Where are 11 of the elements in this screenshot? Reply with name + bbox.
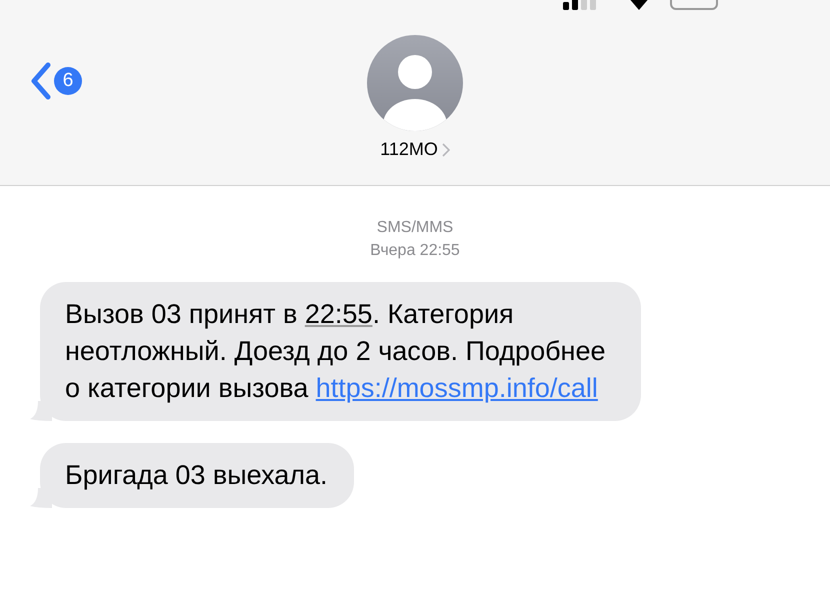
chevron-right-icon	[442, 142, 450, 156]
timestamp: Вчера 22:55	[369, 241, 461, 261]
back-button[interactable]: 6	[30, 62, 82, 100]
contact-name[interactable]: 112MO	[380, 139, 450, 160]
service-label: SMS/MMS	[376, 218, 454, 238]
message-bubble: Бригада 03 выехала.	[40, 443, 354, 508]
time-link[interactable]: 22:55	[304, 299, 372, 329]
chevron-left-icon	[30, 62, 52, 100]
unread-badge: 6	[54, 67, 82, 95]
message-bubble: Вызов 03 принят в 22:55. Категория неотложный. Доезд до 2 часов. Подробнее о категории вызова https://mossmp.info/call	[40, 282, 641, 421]
avatar-icon[interactable]	[367, 35, 463, 131]
